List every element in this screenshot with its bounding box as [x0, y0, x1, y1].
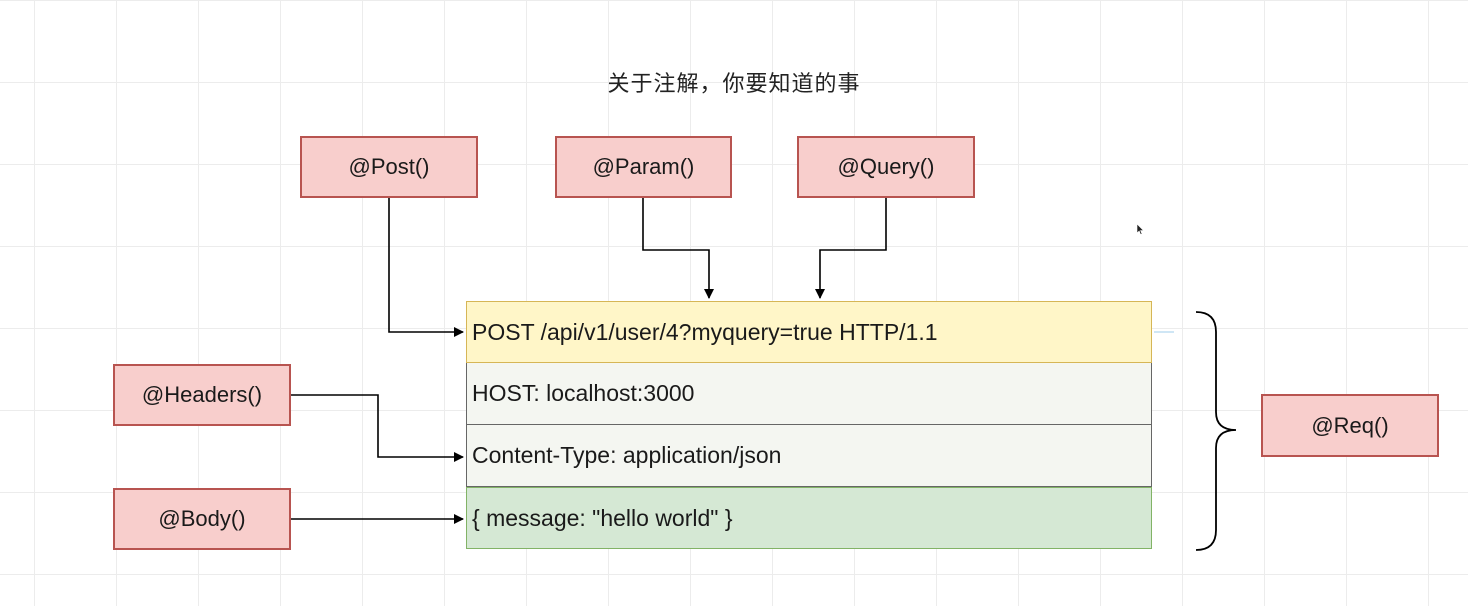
query-to-request-line-connector	[815, 198, 887, 299]
brace-icon	[1195, 311, 1237, 551]
connector-layer	[291, 198, 1237, 551]
mouse-pointer-icon	[1137, 224, 1145, 235]
diagram-canvas: 关于注解，你要知道的事 @Post() @Param() @Query() @H…	[0, 0, 1468, 606]
headers-to-content-type-connector	[291, 394, 464, 462]
param-to-request-line-connector	[642, 198, 714, 299]
post-to-request-line-connector	[388, 198, 464, 337]
